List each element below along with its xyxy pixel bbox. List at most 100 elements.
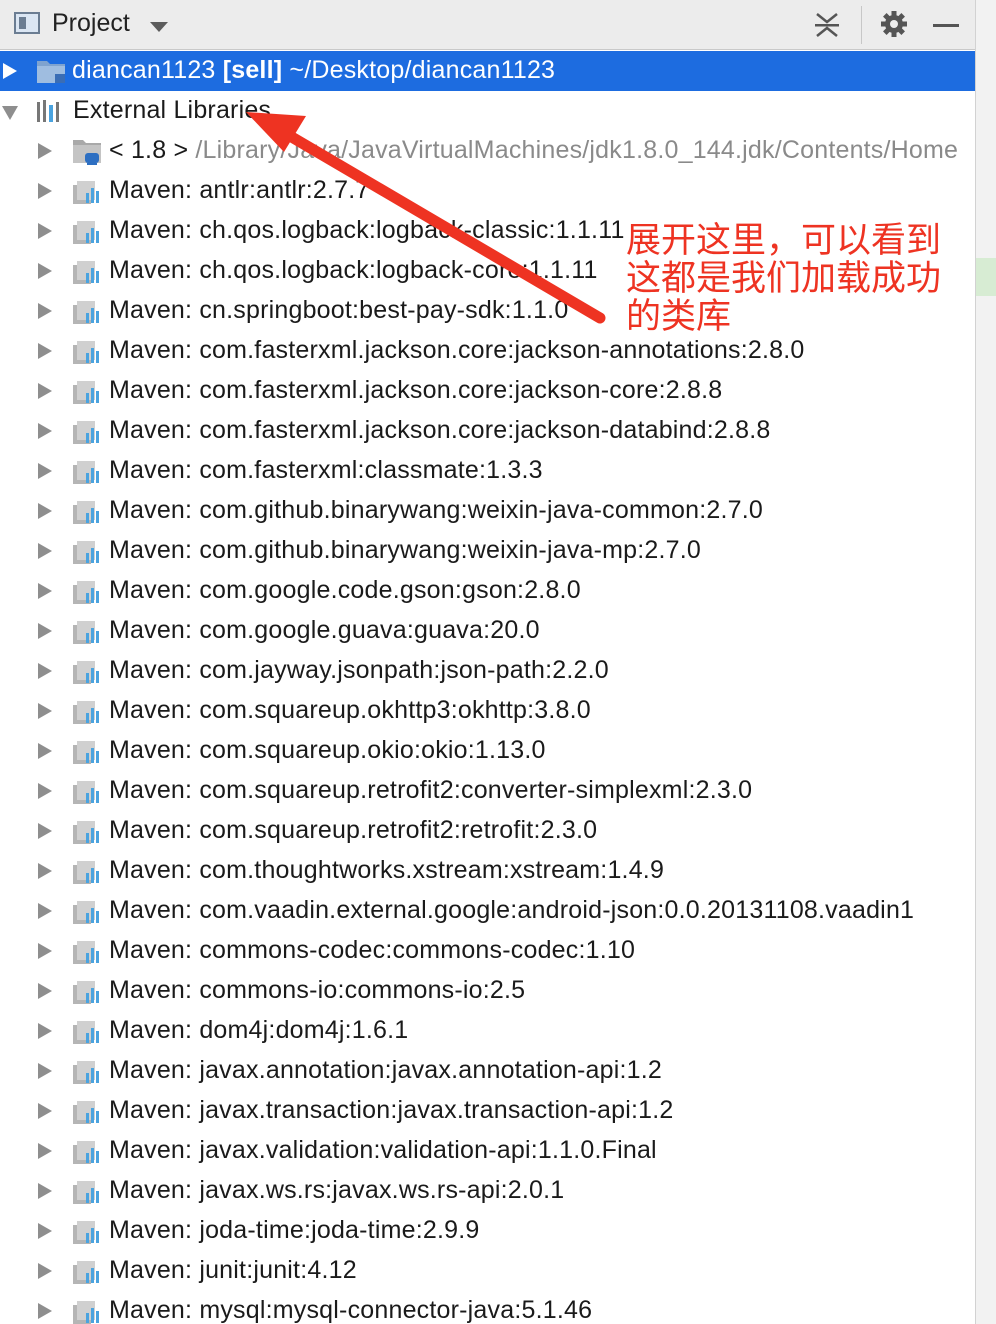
tree-row-maven-library[interactable]: Maven: commons-codec:commons-codec:1.10 — [0, 931, 975, 971]
maven-library-icon — [73, 301, 99, 324]
maven-library-label: Maven: dom4j:dom4j:1.6.1 — [109, 1016, 409, 1044]
tree-row-maven-library[interactable]: Maven: com.jayway.jsonpath:json-path:2.2… — [0, 651, 975, 691]
expand-arrow-icon[interactable] — [38, 1183, 52, 1199]
project-view-icon — [14, 12, 40, 34]
minimize-icon[interactable] — [933, 24, 959, 27]
maven-library-label: Maven: javax.transaction:javax.transacti… — [109, 1096, 674, 1124]
maven-library-icon — [73, 261, 99, 284]
tree-row-maven-library[interactable]: Maven: com.squareup.retrofit2:converter-… — [0, 771, 975, 811]
expand-arrow-icon[interactable] — [38, 423, 52, 439]
project-path: ~/Desktop/diancan1123 — [289, 56, 556, 84]
tree-row-jdk[interactable]: < 1.8 > /Library/Java/JavaVirtualMachine… — [0, 131, 975, 171]
toolbar-separator — [861, 6, 862, 44]
maven-library-icon — [73, 581, 99, 604]
maven-library-label: Maven: commons-io:commons-io:2.5 — [109, 976, 526, 1004]
maven-library-label: Maven: antlr:antlr:2.7.7 — [109, 176, 370, 204]
expand-arrow-icon[interactable] — [38, 943, 52, 959]
maven-library-icon — [73, 901, 99, 924]
expand-arrow-icon[interactable] — [38, 863, 52, 879]
maven-library-icon — [73, 821, 99, 844]
expand-arrow-icon[interactable] — [38, 983, 52, 999]
tree-row-maven-library[interactable]: Maven: com.vaadin.external.google:androi… — [0, 891, 975, 931]
collapse-arrow-icon[interactable] — [2, 106, 18, 120]
expand-arrow-icon[interactable] — [38, 223, 52, 239]
project-view-title[interactable]: Project — [52, 9, 130, 38]
tree-row-maven-library[interactable]: Maven: com.squareup.okio:okio:1.13.0 — [0, 731, 975, 771]
tree-row-maven-library[interactable]: Maven: com.squareup.retrofit2:retrofit:2… — [0, 811, 975, 851]
tree-row-maven-library[interactable]: Maven: javax.ws.rs:javax.ws.rs-api:2.0.1 — [0, 1171, 975, 1211]
maven-library-label: Maven: junit:junit:4.12 — [109, 1256, 357, 1284]
collapse-all-icon[interactable] — [814, 12, 840, 38]
maven-library-label: Maven: javax.validation:validation-api:1… — [109, 1136, 657, 1164]
tree-row-maven-library[interactable]: Maven: javax.validation:validation-api:1… — [0, 1131, 975, 1171]
jdk-name: < 1.8 > — [109, 136, 189, 164]
expand-arrow-icon[interactable] — [3, 63, 17, 79]
maven-library-icon — [73, 1221, 99, 1244]
tree-row-maven-library[interactable]: Maven: com.google.code.gson:gson:2.8.0 — [0, 571, 975, 611]
expand-arrow-icon[interactable] — [38, 543, 52, 559]
expand-arrow-icon[interactable] — [38, 903, 52, 919]
tree-row-maven-library[interactable]: Maven: javax.annotation:javax.annotation… — [0, 1051, 975, 1091]
maven-library-label: Maven: com.squareup.okio:okio:1.13.0 — [109, 736, 546, 764]
tree-row-maven-library[interactable]: Maven: antlr:antlr:2.7.7 — [0, 171, 975, 211]
maven-library-icon — [73, 381, 99, 404]
expand-arrow-icon[interactable] — [38, 663, 52, 679]
maven-library-icon — [73, 1021, 99, 1044]
expand-arrow-icon[interactable] — [38, 143, 52, 159]
tree-row-external-libraries[interactable]: External Libraries — [0, 91, 975, 131]
maven-library-icon — [73, 1141, 99, 1164]
maven-library-label: Maven: com.thoughtworks.xstream:xstream:… — [109, 856, 665, 884]
tree-row-maven-library[interactable]: Maven: com.fasterxml.jackson.core:jackso… — [0, 331, 975, 371]
maven-library-icon — [73, 861, 99, 884]
tree-row-maven-library[interactable]: Maven: com.github.binarywang:weixin-java… — [0, 491, 975, 531]
tree-row-maven-library[interactable]: Maven: com.google.guava:guava:20.0 — [0, 611, 975, 651]
expand-arrow-icon[interactable] — [38, 783, 52, 799]
expand-arrow-icon[interactable] — [38, 583, 52, 599]
tree-row-maven-library[interactable]: Maven: com.fasterxml.jackson.core:jackso… — [0, 371, 975, 411]
expand-arrow-icon[interactable] — [38, 1023, 52, 1039]
maven-library-label: Maven: javax.annotation:javax.annotation… — [109, 1056, 663, 1084]
tree-row-maven-library[interactable]: Maven: com.thoughtworks.xstream:xstream:… — [0, 851, 975, 891]
maven-library-icon — [73, 741, 99, 764]
tree-row-maven-library[interactable]: Maven: dom4j:dom4j:1.6.1 — [0, 1011, 975, 1051]
expand-arrow-icon[interactable] — [38, 303, 52, 319]
expand-arrow-icon[interactable] — [38, 1103, 52, 1119]
expand-arrow-icon[interactable] — [38, 343, 52, 359]
tree-row-maven-library[interactable]: Maven: commons-io:commons-io:2.5 — [0, 971, 975, 1011]
maven-library-label: Maven: javax.ws.rs:javax.ws.rs-api:2.0.1 — [109, 1176, 565, 1204]
expand-arrow-icon[interactable] — [38, 463, 52, 479]
expand-arrow-icon[interactable] — [38, 1223, 52, 1239]
expand-arrow-icon[interactable] — [38, 823, 52, 839]
maven-library-label: Maven: com.github.binarywang:weixin-java… — [109, 536, 702, 564]
dropdown-caret-icon[interactable] — [150, 22, 168, 32]
maven-library-icon — [73, 341, 99, 364]
maven-library-icon — [73, 1181, 99, 1204]
expand-arrow-icon[interactable] — [38, 1143, 52, 1159]
expand-arrow-icon[interactable] — [38, 503, 52, 519]
tree-row-maven-library[interactable]: Maven: joda-time:joda-time:2.9.9 — [0, 1211, 975, 1251]
maven-library-label: Maven: com.fasterxml:classmate:1.3.3 — [109, 456, 543, 484]
tree-row-maven-library[interactable]: Maven: com.github.binarywang:weixin-java… — [0, 531, 975, 571]
tree-row-maven-library[interactable]: Maven: com.fasterxml.jackson.core:jackso… — [0, 411, 975, 451]
expand-arrow-icon[interactable] — [38, 743, 52, 759]
expand-arrow-icon[interactable] — [38, 703, 52, 719]
expand-arrow-icon[interactable] — [38, 383, 52, 399]
maven-library-icon — [73, 221, 99, 244]
expand-arrow-icon[interactable] — [38, 1263, 52, 1279]
module-name: [sell] — [222, 56, 283, 84]
tree-row-maven-library[interactable]: Maven: com.fasterxml:classmate:1.3.3 — [0, 451, 975, 491]
expand-arrow-icon[interactable] — [38, 1303, 52, 1319]
tree-row-maven-library[interactable]: Maven: mysql:mysql-connector-java:5.1.46 — [0, 1291, 975, 1324]
expand-arrow-icon[interactable] — [38, 1063, 52, 1079]
tree-row-maven-library[interactable]: Maven: javax.transaction:javax.transacti… — [0, 1091, 975, 1131]
maven-library-label: Maven: com.squareup.okhttp3:okhttp:3.8.0 — [109, 696, 591, 724]
tree-row-maven-library[interactable]: Maven: junit:junit:4.12 — [0, 1251, 975, 1291]
tree-row-project[interactable]: diancan1123 [sell] ~/Desktop/diancan1123 — [0, 51, 975, 91]
gear-icon[interactable] — [880, 10, 908, 38]
expand-arrow-icon[interactable] — [38, 623, 52, 639]
expand-arrow-icon[interactable] — [38, 263, 52, 279]
expand-arrow-icon[interactable] — [38, 183, 52, 199]
maven-library-icon — [73, 661, 99, 684]
maven-library-icon — [73, 781, 99, 804]
tree-row-maven-library[interactable]: Maven: com.squareup.okhttp3:okhttp:3.8.0 — [0, 691, 975, 731]
